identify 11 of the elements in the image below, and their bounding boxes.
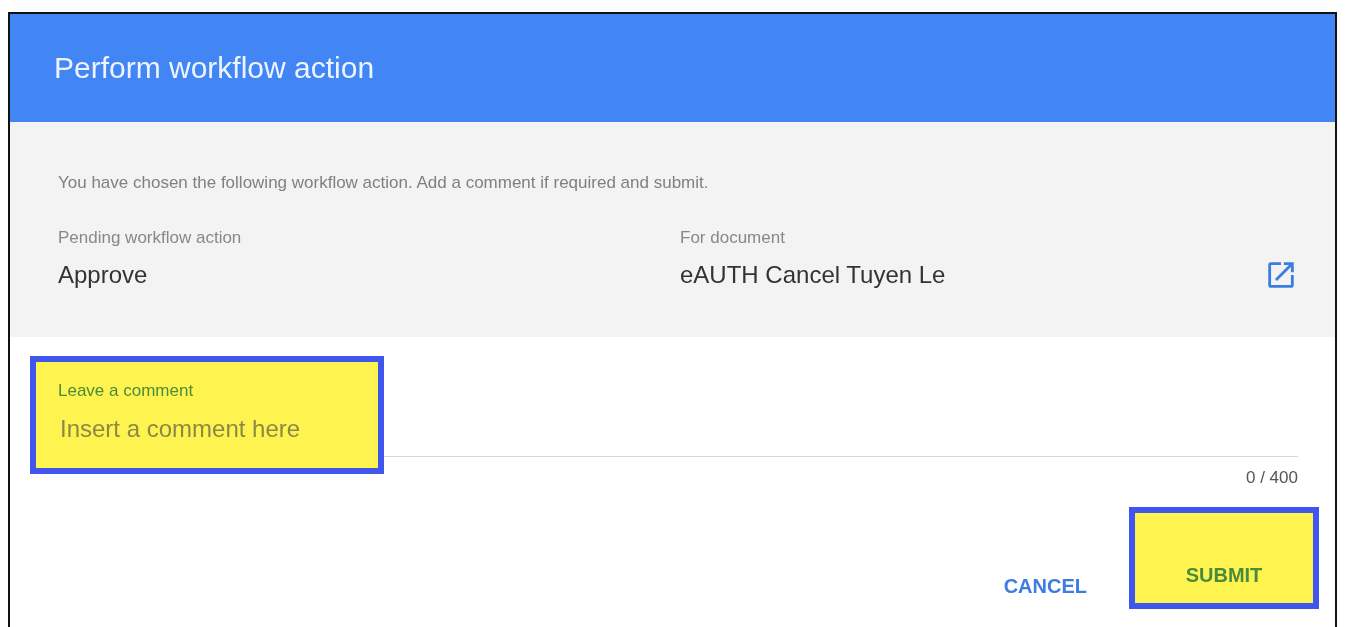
detail-value: eAUTH Cancel Tuyen Le [680, 260, 946, 290]
submit-button[interactable]: SUBMIT [1129, 507, 1319, 609]
detail-label: Pending workflow action [58, 228, 243, 248]
character-counter: 0 / 400 [1245, 468, 1298, 488]
detail-label: For document [680, 228, 786, 248]
field-label: Leave a comment [58, 381, 194, 401]
cancel-button[interactable]: CANCEL [997, 569, 1093, 609]
intro-text: You have chosen the following workflow action. Add a comment if required and submit. [58, 173, 710, 193]
detail-value: Approve [58, 260, 148, 290]
comment-input[interactable]: Insert a comment here [60, 415, 360, 443]
dialog-title: Perform workflow action [54, 51, 375, 85]
